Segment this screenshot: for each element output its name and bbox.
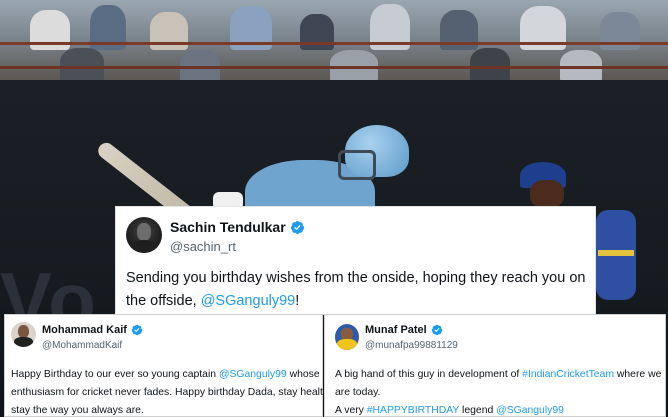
profile-avatar[interactable] (335, 324, 359, 350)
profile-avatar[interactable] (126, 217, 162, 253)
mention-link[interactable]: @SGanguly99 (219, 369, 287, 380)
stand-railing (0, 42, 668, 45)
stand-railing (0, 66, 668, 69)
helmet-grille (338, 150, 376, 180)
user-handle[interactable]: @munafpa99881129 (365, 340, 458, 351)
tweet-card-right[interactable]: Munaf Patel @munafpa99881129 A big hand … (324, 314, 666, 417)
tweet-author: Mohammad Kaif (42, 324, 143, 336)
tweet-text-line: Happy Birthday to our ever so young capt… (11, 369, 320, 380)
tweet-card-main[interactable]: Sachin Tendulkar @sachin_rt Sending you … (115, 206, 596, 315)
tweet-card-left[interactable]: Mohammad Kaif @MohammadKaif Happy Birthd… (4, 314, 336, 417)
display-name[interactable]: Sachin Tendulkar (170, 219, 286, 235)
tweet-text-line: are today. (335, 387, 381, 398)
jersey-stripe (598, 250, 634, 256)
tweet-text-line: enthusiasm for cricket never fades. Happ… (11, 387, 336, 398)
wicketkeeper (530, 180, 564, 208)
display-name[interactable]: Mohammad Kaif (42, 324, 127, 336)
tweet-text-line: A big hand of this guy in development of… (335, 369, 662, 380)
tweet-text-line: the offside, @SGanguly99! (126, 293, 300, 309)
verified-badge-icon (290, 220, 304, 234)
mention-link[interactable]: @SGanguly99 (496, 405, 564, 416)
tweet-text-line: stay the way you always are. (11, 405, 144, 416)
hashtag-link[interactable]: #IndianCricketTeam (522, 369, 614, 380)
user-handle[interactable]: @sachin_rt (170, 239, 236, 254)
mention-link[interactable]: @SGanguly99 (201, 293, 296, 309)
tweet-text-line: A very #HAPPYBIRTHDAY legend @SGanguly99 (335, 405, 564, 416)
tweet-author: Munaf Patel (365, 324, 443, 336)
user-handle[interactable]: @MohammadKaif (42, 340, 122, 351)
tweet-text: A big hand of this guy in development of… (335, 366, 663, 417)
hashtag-link[interactable]: #HAPPYBIRTHDAY (367, 405, 459, 416)
tweet-text-line: Sending you birthday wishes from the ons… (126, 270, 586, 286)
verified-badge-icon (131, 324, 143, 336)
display-name[interactable]: Munaf Patel (365, 324, 427, 336)
tweet-author: Sachin Tendulkar (170, 219, 305, 235)
verified-badge-icon (431, 324, 442, 336)
tweet-text: Sending you birthday wishes from the ons… (126, 267, 590, 313)
profile-avatar[interactable] (11, 322, 36, 347)
tweet-text: Happy Birthday to our ever so young capt… (11, 366, 336, 417)
